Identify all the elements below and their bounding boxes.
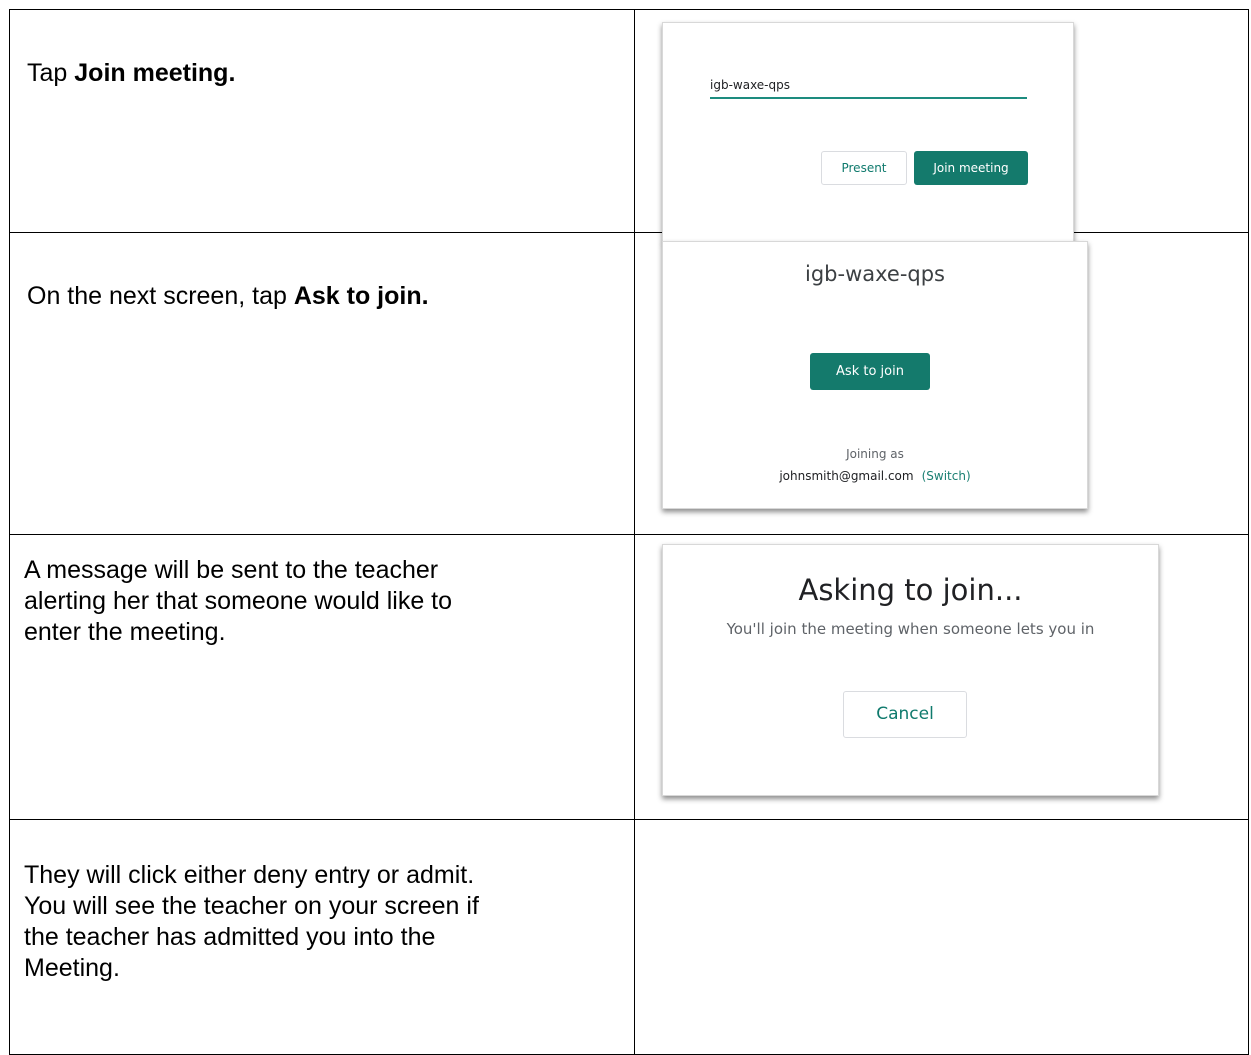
step-2-plain: On the next screen, tap [27, 282, 294, 310]
meeting-title: igb-waxe-qps [805, 262, 945, 286]
step-1-text-cell: Tap Join meeting. [9, 9, 635, 233]
step-4-instruction: They will click either deny entry or adm… [24, 861, 479, 982]
step-1-plain: Tap [27, 59, 75, 87]
step-2-instruction: On the next screen, tap Ask to join. [27, 281, 607, 312]
step-4-image-cell [634, 819, 1249, 1055]
step-3-text-cell: A message will be sent to the teacher al… [9, 534, 635, 820]
ask-to-join-screenshot: igb-waxe-qps Ask to join Joining as john… [662, 241, 1088, 509]
step-1-image-cell: igb-waxe-qps Present Join meeting [634, 9, 1249, 242]
step-2-text-cell: On the next screen, tap Ask to join. [9, 232, 635, 535]
ask-to-join-button[interactable]: Ask to join [810, 353, 930, 390]
join-meeting-screenshot: igb-waxe-qps Present Join meeting [662, 22, 1074, 242]
step-2-bold: Ask to join. [293, 282, 429, 310]
asking-title: Asking to join... [798, 573, 1023, 607]
meeting-code-underline [710, 97, 1027, 99]
step-4-text-cell: They will click either deny entry or adm… [9, 819, 635, 1055]
instructions-table: Tap Join meeting. igb-waxe-qps Present J… [9, 9, 1249, 1055]
step-row-3: A message will be sent to the teacher al… [9, 534, 1249, 820]
cancel-button[interactable]: Cancel [843, 691, 967, 738]
step-3-image-cell: Asking to join... You'll join the meetin… [634, 534, 1249, 820]
step-3-instruction: A message will be sent to the teacher al… [24, 556, 453, 646]
asking-to-join-screenshot: Asking to join... You'll join the meetin… [662, 544, 1159, 796]
account-email: johnsmith@gmail.com [779, 469, 914, 483]
switch-account-link[interactable]: (Switch) [922, 469, 971, 483]
step-row-4: They will click either deny entry or adm… [9, 819, 1249, 1055]
step-1-instruction: Tap Join meeting. [27, 58, 507, 89]
join-meeting-button[interactable]: Join meeting [914, 151, 1028, 185]
joining-as-label: Joining as [846, 447, 904, 461]
account-line: johnsmith@gmail.com (Switch) [663, 469, 1087, 483]
step-row-2: On the next screen, tap Ask to join. igb… [9, 232, 1249, 535]
step-2-image-cell: igb-waxe-qps Ask to join Joining as john… [634, 232, 1249, 535]
asking-subtitle: You'll join the meeting when someone let… [726, 620, 1095, 638]
meeting-code-input[interactable]: igb-waxe-qps [710, 78, 790, 92]
step-row-1: Tap Join meeting. igb-waxe-qps Present J… [9, 9, 1249, 242]
present-button[interactable]: Present [821, 151, 907, 185]
step-1-bold: Join meeting. [74, 59, 236, 87]
